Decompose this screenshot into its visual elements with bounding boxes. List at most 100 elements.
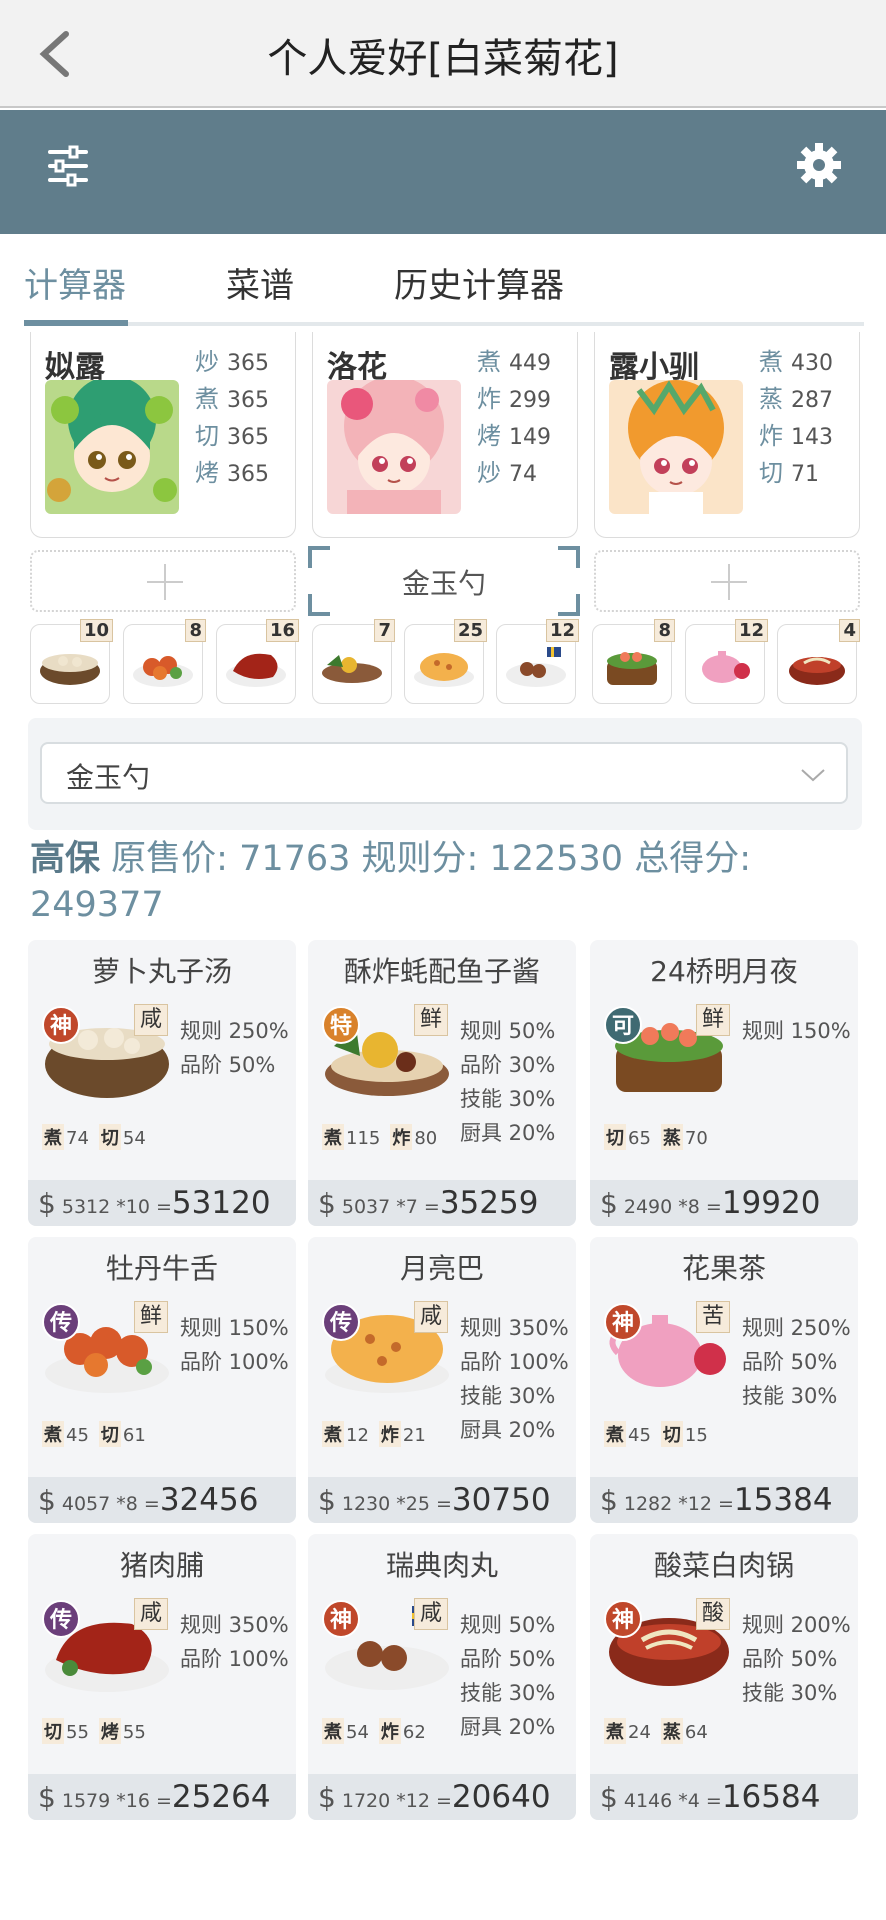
rule-line: 技能 30% [460,1681,556,1705]
active-tab-indicator [24,320,128,326]
stat-value: 149 [509,425,551,450]
tab-history-calculator[interactable]: 历史计算器 [394,258,564,307]
stat-kind: 炸 [759,422,783,450]
dish-slot[interactable]: 4 [777,619,860,704]
recipe-card[interactable]: 花果茶神 苦规则 250% 品阶 50% 技能 30% 煮 45 切 15 $ 1282 *12… [590,1237,858,1523]
flavor-tag: 鲜 [414,1004,448,1036]
skill-kind: 蒸 [660,1124,683,1150]
recipe-card[interactable]: 牡丹牛舌传 鲜规则 150% 品阶 100% 煮 45 切 61 $ 4057 *8 =324… [28,1237,296,1523]
price-total: 35259 [439,1185,539,1221]
skill-requirements: 煮 54 炸 62 [322,1718,436,1744]
dish-slot[interactable]: 12 [496,619,579,704]
price-bar: $ 5312 *10 =53120 [28,1180,296,1226]
total-score: 249377 [30,885,164,925]
stat-kind: 炒 [195,348,219,376]
grade-badge: 传 [42,1303,80,1341]
dish-count-badge: 12 [545,619,579,642]
tab-calculator[interactable]: 计算器 [24,258,126,307]
skill-value: 54 [122,1128,146,1149]
chef-stats: 煮 430 蒸 287 炸 143 切 71 [759,342,833,490]
skill-value: 61 [122,1425,146,1446]
score-summary: 高保 原售价: 71763 规则分: 122530 总得分: 249377 [30,836,860,928]
skill-kind: 煮 [42,1421,64,1447]
rule-line: 规则 50% [460,1613,556,1637]
skill-kind: 切 [98,1124,121,1150]
rule-line: 规则 250% [742,1316,851,1340]
dollar-icon: $ [318,1187,336,1220]
rule-line: 技能 30% [742,1384,838,1408]
stat-value: 449 [509,351,551,376]
price-total: 16584 [721,1779,821,1815]
skill-value: 21 [402,1425,426,1446]
tab-recipes[interactable]: 菜谱 [226,258,294,307]
equals-sign: = [705,1790,722,1812]
dish-slot[interactable]: 25 [404,619,487,704]
stat-value: 430 [791,351,833,376]
rule-line: 品阶 30% [460,1053,556,1077]
rule-line: 规则 150% [180,1316,289,1340]
rule-list: 规则 150% 品阶 100% [180,1311,289,1379]
skill-requirements: 煮 115 炸 80 [322,1124,447,1150]
dish-slot[interactable]: 8 [592,619,675,704]
dollar-icon: $ [600,1781,618,1814]
flavor-tag: 鲜 [696,1004,730,1036]
dish-slot[interactable]: 8 [123,619,206,704]
equals-sign: = [436,1493,452,1515]
stat-value: 287 [791,388,833,413]
price-calc: 4146 *4 [623,1790,700,1812]
dish-slot[interactable]: 12 [685,619,768,704]
flavor-tag: 咸 [134,1598,168,1630]
recipe-card[interactable]: 月亮巴传 咸规则 350% 品阶 100% 技能 30% 厨具 20% 煮 12 炸 21 $ 1… [308,1237,576,1523]
stat-kind: 切 [195,422,219,450]
price-bar: $ 5037 *7 =35259 [308,1180,576,1226]
skill-kind: 切 [98,1421,121,1447]
stat-value: 365 [227,462,269,487]
skill-value: 45 [66,1425,89,1446]
rule-line: 厨具 20% [460,1121,556,1145]
recipe-card[interactable]: 24桥明月夜可 鲜规则 150% 切 65 蒸 70 $ 2490 *8 =19920 [590,940,858,1226]
stat-kind: 煮 [759,348,783,376]
skill-kind: 烤 [98,1718,121,1744]
recipe-card[interactable]: 猪肉脯传咸规则 350% 品阶 100% 切 55 烤 55 $ 1579 *16 =252… [28,1534,296,1820]
chef-card[interactable]: 露小驯 煮 430 蒸 287 炸 143 切 71 [594,332,860,538]
recipe-card[interactable]: 瑞典肉丸神 咸规则 50% 品阶 50% 技能 30% 厨具 20% 煮 54 炸 62 $ 17… [308,1534,576,1820]
skill-value: 70 [684,1128,708,1149]
filter-sliders-icon[interactable] [46,144,90,188]
recipe-card[interactable]: 萝卜丸子汤神 咸规则 250% 品阶 50% 煮 74 切 54 $ 5312 *10 =53… [28,940,296,1226]
dish-slot[interactable]: 10 [30,619,113,704]
chef-portrait-avatar [327,380,461,514]
dish-slot[interactable]: 16 [216,619,299,704]
rule-line: 品阶 50% [180,1053,276,1077]
chef-card[interactable]: 洛花 煮 449 炸 299 烤 149 炒 74 [312,332,578,538]
stat-kind: 烤 [195,459,219,487]
gear-icon[interactable] [796,142,842,188]
dish-image [414,653,474,687]
recipe-name: 牡丹牛舌 [105,1252,218,1285]
price-total: 20640 [451,1779,551,1815]
recipe-card[interactable]: 酥炸蚝配鱼子酱特 鲜规则 50% 品阶 30% 技能 30% 厨具 20% 煮 115 炸 80… [308,940,576,1226]
equals-sign: = [143,1493,160,1515]
rule-line: 厨具 20% [460,1418,556,1442]
dish-count-badge: 16 [265,619,299,642]
dish-image [702,651,750,683]
price-total: 25264 [171,1779,271,1815]
chef-card[interactable]: 姒露 炒 365 煮 365 切 365 烤 365 [30,332,296,538]
dish-slot[interactable]: 7 [312,619,395,704]
dollar-icon: $ [600,1187,618,1220]
equipment-slot-empty[interactable] [594,550,860,612]
rule-line: 厨具 20% [460,1715,556,1739]
recipe-card[interactable]: 酸菜白肉锅神 酸规则 200% 品阶 50% 技能 30% 煮 24 蒸 64 $ 4146 *… [590,1534,858,1820]
stat-kind: 煮 [477,348,501,376]
skill-kind: 炸 [390,1124,413,1150]
equipment-name: 金玉勺 [401,567,486,600]
equipment-slot-selected[interactable]: 金玉勺 [308,546,580,616]
dollar-icon: $ [318,1781,336,1814]
equipment-slot-empty[interactable] [30,550,296,612]
equals-sign: = [436,1790,452,1812]
skill-value: 64 [684,1722,708,1743]
skill-value: 24 [628,1722,651,1743]
flavor-tag: 鲜 [134,1301,168,1333]
equipment-dropdown[interactable]: 金玉勺 [40,742,848,804]
price-total: 30750 [451,1482,551,1518]
price-calc: 1282 *12 [623,1493,712,1515]
